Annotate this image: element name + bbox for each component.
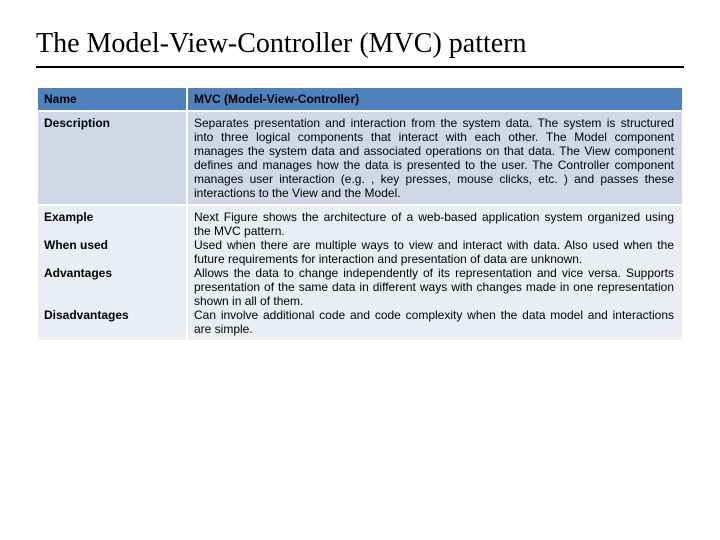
value-when-used: Used when there are multiple ways to vie… (187, 238, 683, 266)
row-advantages: Advantages Allows the data to change ind… (37, 266, 683, 308)
value-advantages: Allows the data to change independently … (187, 266, 683, 308)
pattern-table: Name MVC (Model-View-Controller) Descrip… (36, 86, 684, 342)
value-disadvantages: Can involve additional code and code com… (187, 308, 683, 341)
label-name: Name (37, 87, 187, 111)
row-description: Description Separates presentation and i… (37, 111, 683, 205)
row-name: Name MVC (Model-View-Controller) (37, 87, 683, 111)
slide: The Model-View-Controller (MVC) pattern … (0, 0, 720, 342)
label-example: Example (37, 205, 187, 238)
label-when-used: When used (37, 238, 187, 266)
value-description: Separates presentation and interaction f… (187, 111, 683, 205)
label-description: Description (37, 111, 187, 205)
row-example: Example Next Figure shows the architectu… (37, 205, 683, 238)
row-when-used: When used Used when there are multiple w… (37, 238, 683, 266)
title-underline (36, 66, 684, 68)
label-disadvantages: Disadvantages (37, 308, 187, 341)
slide-title: The Model-View-Controller (MVC) pattern (36, 28, 684, 66)
value-name: MVC (Model-View-Controller) (187, 87, 683, 111)
row-disadvantages: Disadvantages Can involve additional cod… (37, 308, 683, 341)
label-advantages: Advantages (37, 266, 187, 308)
value-example: Next Figure shows the architecture of a … (187, 205, 683, 238)
